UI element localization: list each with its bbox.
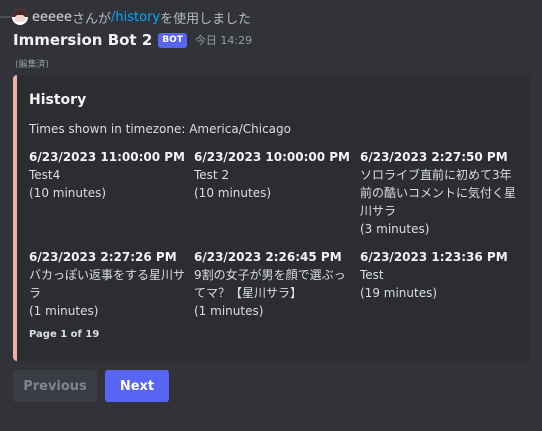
field-title: Test4 <box>29 168 61 182</box>
field-title: バカっぽい返事をする星川サラ <box>29 268 186 300</box>
history-field: 6/23/2023 1:23:36 PM Test (19 minutes) <box>360 248 520 302</box>
author-name[interactable]: Immersion Bot 2 <box>13 31 152 49</box>
reply-middle-text: さんが <box>72 11 112 27</box>
field-datetime: 6/23/2023 10:00:00 PM <box>194 150 350 164</box>
history-field: 6/23/2023 2:26:45 PM 9割の女子が男を顔で選ぶってマ？【星川… <box>194 248 354 320</box>
field-duration: (10 minutes) <box>194 186 272 200</box>
field-title: ソロライブ直前に初めて3年前の酷いコメントに気付く星川サラ <box>360 168 517 218</box>
previous-button[interactable]: Previous <box>13 370 97 402</box>
field-title: Test <box>360 268 384 282</box>
history-embed: History Times shown in timezone: America… <box>13 75 530 361</box>
reply-username[interactable]: eeeee <box>32 10 72 25</box>
reply-command-link[interactable]: /history <box>111 10 160 25</box>
bot-badge: BOT <box>158 32 187 48</box>
field-datetime: 6/23/2023 2:26:45 PM <box>194 250 342 264</box>
user-avatar[interactable] <box>12 9 28 25</box>
field-title: 9割の女子が男を顔で選ぶってマ？【星川サラ】 <box>194 268 346 300</box>
field-datetime: 6/23/2023 11:00:00 PM <box>29 150 185 164</box>
next-button[interactable]: Next <box>105 370 169 402</box>
history-field: 6/23/2023 10:00:00 PM Test 2 (10 minutes… <box>194 148 354 202</box>
field-datetime: 6/23/2023 2:27:26 PM <box>29 250 177 264</box>
field-datetime: 6/23/2023 1:23:36 PM <box>360 250 508 264</box>
field-duration: (1 minutes) <box>29 304 99 318</box>
history-field: 6/23/2023 2:27:26 PM バカっぽい返事をする星川サラ (1 m… <box>29 248 189 320</box>
history-field: 6/23/2023 2:27:50 PM ソロライブ直前に初めて3年前の酷いコメ… <box>360 148 520 238</box>
command-reply-line: eeeee さんが /history を使用しました <box>0 7 251 27</box>
embed-title: History <box>29 92 87 108</box>
field-duration: (10 minutes) <box>29 186 107 200</box>
field-duration: (19 minutes) <box>360 286 438 300</box>
history-field: 6/23/2023 11:00:00 PM Test4 (10 minutes) <box>29 148 189 202</box>
message-header: Immersion Bot 2 BOT 今日 14:29 <box>13 31 252 49</box>
reply-spine <box>0 16 12 27</box>
field-title: Test 2 <box>194 168 230 182</box>
embed-footer-page: Page 1 of 19 <box>29 329 100 340</box>
edited-label: (編集済) <box>15 60 50 70</box>
message-timestamp[interactable]: 今日 14:29 <box>195 32 252 48</box>
reply-suffix-text: を使用しました <box>160 11 252 27</box>
field-duration: (3 minutes) <box>360 222 430 236</box>
field-datetime: 6/23/2023 2:27:50 PM <box>360 150 508 164</box>
field-duration: (1 minutes) <box>194 304 264 318</box>
embed-description: Times shown in timezone: America/Chicago <box>29 122 291 136</box>
